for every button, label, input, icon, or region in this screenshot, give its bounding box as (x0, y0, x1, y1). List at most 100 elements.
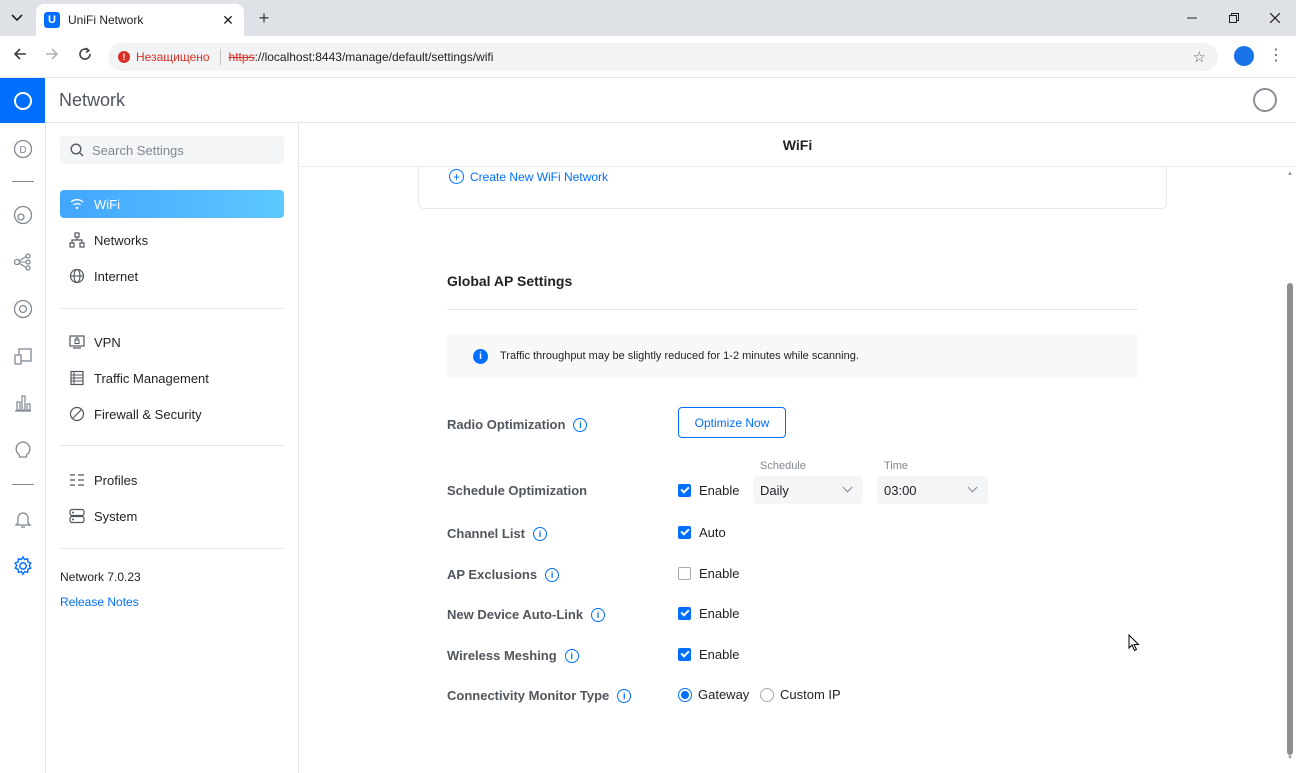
info-icon[interactable]: i (573, 417, 588, 432)
release-notes-link[interactable]: Release Notes (60, 595, 139, 609)
forward-icon[interactable] (41, 46, 63, 68)
schedule-enable-checkbox[interactable]: Enable (678, 483, 739, 498)
info-icon: i (473, 348, 488, 364)
scrollbar[interactable]: ▲ ▼ (1285, 167, 1295, 763)
checkbox-checked[interactable] (678, 526, 691, 539)
tab-menu-icon[interactable] (6, 8, 28, 28)
auto-link-checkbox[interactable]: Enable (678, 606, 739, 621)
radio-unselected[interactable] (760, 687, 774, 702)
channel-list-label: Channel List i (447, 526, 548, 541)
gateway-radio[interactable]: Gateway (678, 687, 749, 702)
sidebar-item-networks[interactable]: Networks (60, 226, 284, 254)
checkbox-checked[interactable] (678, 648, 691, 661)
sidebar-item-internet[interactable]: Internet (60, 262, 284, 290)
sidebar-item-label: Networks (94, 232, 149, 248)
devices-icon[interactable] (11, 250, 35, 274)
reload-icon[interactable] (74, 46, 96, 68)
section-title: Global AP Settings (447, 273, 573, 289)
security-label[interactable]: Незащищено (136, 50, 210, 64)
time-select[interactable]: 03:00 (877, 476, 988, 504)
sidebar-item-traffic-management[interactable]: Traffic Management (60, 364, 284, 392)
more-icon[interactable]: ⋮ (1266, 46, 1286, 66)
search-box[interactable] (60, 136, 284, 164)
checkbox-checked[interactable] (678, 484, 691, 497)
sidebar-item-system[interactable]: System (60, 502, 284, 530)
schedule-optimization-label: Schedule Optimization (447, 483, 588, 498)
insights-icon[interactable] (11, 344, 35, 368)
create-wifi-network-link[interactable]: + Create New WiFi Network (449, 169, 608, 184)
info-icon[interactable]: i (533, 526, 548, 541)
scrollbar-thumb[interactable] (1287, 283, 1293, 755)
address-bar[interactable]: ! Незащищено https://localhost:8443/mana… (108, 43, 1218, 71)
sidebar-item-firewall-security[interactable]: Firewall & Security (60, 400, 284, 428)
chevron-down-icon (967, 482, 978, 493)
info-icon[interactable]: i (617, 688, 632, 703)
user-avatar-icon[interactable] (1253, 88, 1277, 112)
search-icon (70, 143, 84, 157)
tab-title: UniFi Network (68, 13, 144, 27)
alarm-icon[interactable] (11, 438, 35, 462)
tab-close-icon[interactable]: ✕ (220, 12, 236, 29)
browser-tabbar: U UniFi Network ✕ + (0, 0, 1296, 36)
schedule-select[interactable]: Daily (753, 476, 863, 504)
scroll-up-arrow-icon[interactable]: ▲ (1287, 171, 1293, 177)
sidebar-item-label: Firewall & Security (94, 406, 202, 422)
notifications-icon[interactable] (11, 507, 35, 531)
new-tab-button[interactable]: + (254, 8, 274, 28)
mouse-cursor-icon (1128, 634, 1140, 652)
app-nav-rail: D (0, 123, 46, 773)
info-icon[interactable]: i (545, 567, 560, 582)
browser-tab[interactable]: U UniFi Network ✕ (36, 4, 244, 36)
ap-exclusions-checkbox[interactable]: Enable (678, 566, 739, 581)
settings-sidebar: WiFi Networks Internet VPN Traffic Manag… (46, 123, 299, 773)
bookmark-star-icon[interactable]: ☆ (1193, 48, 1206, 66)
profile-icon[interactable] (1234, 46, 1254, 66)
minimize-icon[interactable] (1180, 8, 1204, 28)
checkbox-checked[interactable] (678, 607, 691, 620)
sidebar-item-vpn[interactable]: VPN (60, 328, 284, 356)
clients-icon[interactable] (11, 297, 35, 321)
traffic-icon (68, 369, 86, 387)
sidebar-item-label: VPN (94, 334, 121, 350)
ap-exclusions-label: AP Exclusions i (447, 567, 560, 582)
restore-icon[interactable] (1222, 8, 1246, 28)
channel-auto-checkbox[interactable]: Auto (678, 525, 726, 540)
back-icon[interactable] (9, 46, 31, 68)
unifi-logo-icon[interactable] (0, 78, 45, 123)
topology-icon[interactable] (11, 203, 35, 227)
divider (12, 181, 34, 182)
custom-ip-radio[interactable]: Custom IP (760, 687, 841, 702)
svg-text:D: D (19, 145, 26, 156)
app-header: Network (0, 78, 1296, 123)
settings-icon[interactable] (11, 554, 35, 578)
system-icon (68, 507, 86, 525)
info-icon[interactable]: i (564, 648, 579, 663)
radio-optimization-label: Radio Optimization i (447, 417, 588, 432)
sidebar-item-wifi[interactable]: WiFi (60, 190, 284, 218)
meshing-checkbox[interactable]: Enable (678, 647, 739, 662)
sidebar-item-label: System (94, 508, 138, 524)
statistics-icon[interactable] (11, 391, 35, 415)
optimize-now-button[interactable]: Optimize Now (678, 407, 786, 438)
sidebar-item-profiles[interactable]: Profiles (60, 466, 284, 494)
divider (60, 445, 284, 446)
sidebar-item-label: Traffic Management (94, 370, 209, 386)
app-title: Network (59, 90, 126, 110)
close-icon[interactable] (1263, 8, 1287, 28)
not-secure-icon[interactable]: ! (118, 51, 130, 63)
info-icon[interactable]: i (591, 607, 606, 622)
shield-icon (68, 405, 86, 423)
time-label: Time (884, 460, 909, 472)
divider (60, 308, 284, 309)
browser-toolbar: ! Незащищено https://localhost:8443/mana… (0, 36, 1296, 78)
radio-selected[interactable] (678, 687, 692, 702)
url-text[interactable]: https://localhost:8443/manage/default/se… (229, 50, 494, 64)
dashboard-icon[interactable]: D (11, 137, 35, 161)
search-input[interactable] (92, 142, 272, 158)
networks-icon (68, 231, 86, 249)
main-content: WiFi + Create New WiFi Network Global AP… (299, 123, 1296, 773)
notice-text: Traffic throughput may be slightly reduc… (500, 350, 859, 362)
sidebar-item-label: WiFi (94, 196, 120, 212)
scroll-down-arrow-icon[interactable]: ▼ (1287, 755, 1293, 761)
checkbox-unchecked[interactable] (678, 567, 691, 580)
